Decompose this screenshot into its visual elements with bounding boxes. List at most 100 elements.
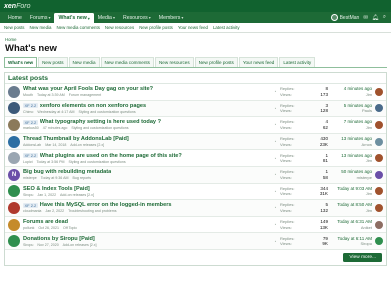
thread-title[interactable]: Have this MySQL error on the logged-in m… xyxy=(40,202,172,208)
latest-user[interactable]: misterpe xyxy=(328,175,372,181)
thread-title[interactable]: What was your April Fools Day gag on you… xyxy=(23,86,153,92)
thread-date[interactable]: Jan 1, 2022 xyxy=(37,193,56,197)
tab-new-profile-posts[interactable]: New profile posts xyxy=(194,57,238,67)
thread-date[interactable]: Today at 3:56 PM xyxy=(37,160,65,164)
avatar[interactable] xyxy=(8,118,20,131)
latest-avatar[interactable] xyxy=(375,203,383,212)
thread-date[interactable]: Today at 9:36 AM xyxy=(41,176,69,180)
thread-row[interactable]: Donations by Siropu [Paid] Siropu Nov 27… xyxy=(5,233,386,250)
thread-author[interactable]: Siropu xyxy=(23,193,33,197)
thread-title[interactable]: What typography setting is here used tod… xyxy=(40,119,161,125)
subnav-new-media-comments[interactable]: New media comments xyxy=(56,25,99,30)
tab-new-media[interactable]: New media xyxy=(68,57,100,67)
thread-forum[interactable]: Forum management xyxy=(69,93,101,97)
latest-user[interactable]: Pauls xyxy=(328,108,372,114)
latest-user[interactable]: Jim xyxy=(328,208,372,214)
thread-author[interactable]: AddonsLab xyxy=(23,143,41,147)
nav-tab-resources[interactable]: Resources ▾ xyxy=(119,12,155,23)
thread-date[interactable]: Mar 14, 2018 xyxy=(45,143,66,147)
thread-title[interactable]: Thread Thumbnail by AddonsLab [Paid] xyxy=(23,136,129,142)
thread-forum[interactable]: Add-on releases [2.x] xyxy=(60,193,94,197)
avatar[interactable] xyxy=(8,135,20,148)
latest-avatar[interactable] xyxy=(375,137,383,146)
thread-title[interactable]: What plugins are used on the home page o… xyxy=(40,153,182,159)
tab-latest-activity[interactable]: Latest activity xyxy=(279,57,316,67)
thread-title[interactable]: SEO & Index Tools [Paid] xyxy=(23,186,90,192)
chevron-down-icon[interactable]: ▾ xyxy=(149,15,151,20)
thread-forum[interactable]: Styling and customization questions xyxy=(78,110,135,114)
thread-date[interactable]: 47 minutes ago xyxy=(43,126,68,130)
subnav-new-media[interactable]: New media xyxy=(30,25,52,30)
avatar[interactable] xyxy=(8,185,20,198)
latest-user[interactable]: Jim xyxy=(328,191,372,197)
thread-row[interactable]: N Big bug with rebuilding metadata miste… xyxy=(5,166,386,184)
chevron-down-icon[interactable]: ▾ xyxy=(181,15,183,20)
latest-user[interactable]: Aniket xyxy=(328,225,372,231)
nav-tab-members[interactable]: Members ▾ xyxy=(155,12,188,23)
avatar[interactable] xyxy=(8,235,20,248)
nav-tab-forums[interactable]: Forums ▾ xyxy=(26,12,55,23)
thread-prefix[interactable]: XF 2.2 xyxy=(23,103,38,109)
thread-row[interactable]: SEO & Index Tools [Paid] Siropu Jan 1, 2… xyxy=(5,183,386,201)
thread-prefix[interactable]: XF 2.2 xyxy=(23,153,38,159)
chevron-down-icon[interactable]: ▾ xyxy=(88,16,90,21)
avatar[interactable] xyxy=(8,218,20,231)
thread-row[interactable]: XF 2.2 What typography setting is here u… xyxy=(5,117,386,134)
thread-row[interactable]: XF 2.2 What plugins are used on the home… xyxy=(5,150,386,167)
thread-date[interactable]: Wednesday at 4:17 AM xyxy=(37,110,74,114)
tab-news-feed[interactable]: Your news feed xyxy=(238,57,279,67)
thread-author[interactable]: pollunk xyxy=(23,226,34,230)
thread-date[interactable]: Today at 3:39 AM xyxy=(37,93,65,97)
thread-title[interactable]: xenforo elements on non xenforo pages xyxy=(40,103,146,109)
thread-forum[interactable]: Add-on releases [2.x] xyxy=(63,243,97,247)
thread-forum[interactable]: Off Topic xyxy=(63,226,77,230)
block-title[interactable]: Latest posts xyxy=(5,73,386,84)
avatar[interactable] xyxy=(8,152,20,165)
thread-row[interactable]: XF 2.2 xenforo elements on non xenforo p… xyxy=(5,100,386,118)
thread-date[interactable]: Jan 2, 2022 xyxy=(45,209,64,213)
thread-author[interactable]: Mouth xyxy=(23,93,33,97)
thread-date[interactable]: Nov 27, 2020 xyxy=(37,243,58,247)
latest-user[interactable]: Arrow xyxy=(328,142,372,148)
latest-avatar[interactable] xyxy=(375,187,383,196)
latest-user[interactable]: Jim xyxy=(328,125,372,131)
thread-forum[interactable]: Add-on releases [2.x] xyxy=(70,143,104,147)
subnav-latest-activity[interactable]: Latest activity xyxy=(213,25,240,30)
avatar[interactable]: N xyxy=(8,168,20,181)
thread-author[interactable]: Chimo xyxy=(23,110,33,114)
view-more-button[interactable]: View more... xyxy=(343,252,382,262)
thread-title[interactable]: Donations by Siropu [Paid] xyxy=(23,236,95,242)
latest-user[interactable]: Siropu xyxy=(328,241,372,247)
thread-author[interactable]: Siropu xyxy=(23,243,33,247)
thread-forum[interactable]: Styling and customization questions xyxy=(71,126,128,130)
thread-row[interactable]: Forums are dead pollunk Oct 26, 2021 Off… xyxy=(5,216,386,234)
thread-row[interactable]: What was your April Fools Day gag on you… xyxy=(5,84,386,101)
user-menu[interactable]: BestMan xyxy=(330,14,359,21)
subnav-new-profile-posts[interactable]: New profile posts xyxy=(139,25,173,30)
tab-new-posts[interactable]: New posts xyxy=(38,57,68,67)
avatar[interactable] xyxy=(8,201,20,214)
avatar[interactable] xyxy=(8,102,20,115)
latest-avatar[interactable] xyxy=(375,154,383,163)
chevron-down-icon[interactable]: ▾ xyxy=(48,15,50,20)
thread-author[interactable]: cloudmania xyxy=(23,209,41,213)
latest-avatar[interactable] xyxy=(375,104,383,113)
thread-date[interactable]: Oct 26, 2021 xyxy=(38,226,59,230)
thread-title[interactable]: Big bug with rebuilding metadata xyxy=(23,169,111,175)
latest-user[interactable]: Jim xyxy=(328,92,372,98)
thread-author[interactable]: Lupict xyxy=(23,160,33,164)
thread-forum[interactable]: Troubleshooting and problems xyxy=(68,209,116,213)
thread-row[interactable]: XF 2.2 Have this MySQL error on the logg… xyxy=(5,200,386,217)
thread-forum[interactable]: Bug reports xyxy=(73,176,92,180)
envelope-icon[interactable]: ✉ xyxy=(363,15,368,21)
thread-row[interactable]: Thread Thumbnail by AddonsLab [Paid] Add… xyxy=(5,133,386,151)
thread-prefix[interactable]: XF 2.2 xyxy=(23,202,38,208)
thread-forum[interactable]: Styling and customization questions xyxy=(69,160,126,164)
latest-avatar[interactable] xyxy=(375,237,383,246)
subnav-news-feed[interactable]: Your news feed xyxy=(178,25,208,30)
subnav-new-resources[interactable]: New resources xyxy=(105,25,134,30)
tab-new-resources[interactable]: New resources xyxy=(154,57,194,67)
tab-new-media-comments[interactable]: New media comments xyxy=(100,57,154,67)
search-icon[interactable]: ⌕ xyxy=(383,14,386,21)
nav-tab-whats-new[interactable]: What's new ▾ xyxy=(54,13,94,23)
